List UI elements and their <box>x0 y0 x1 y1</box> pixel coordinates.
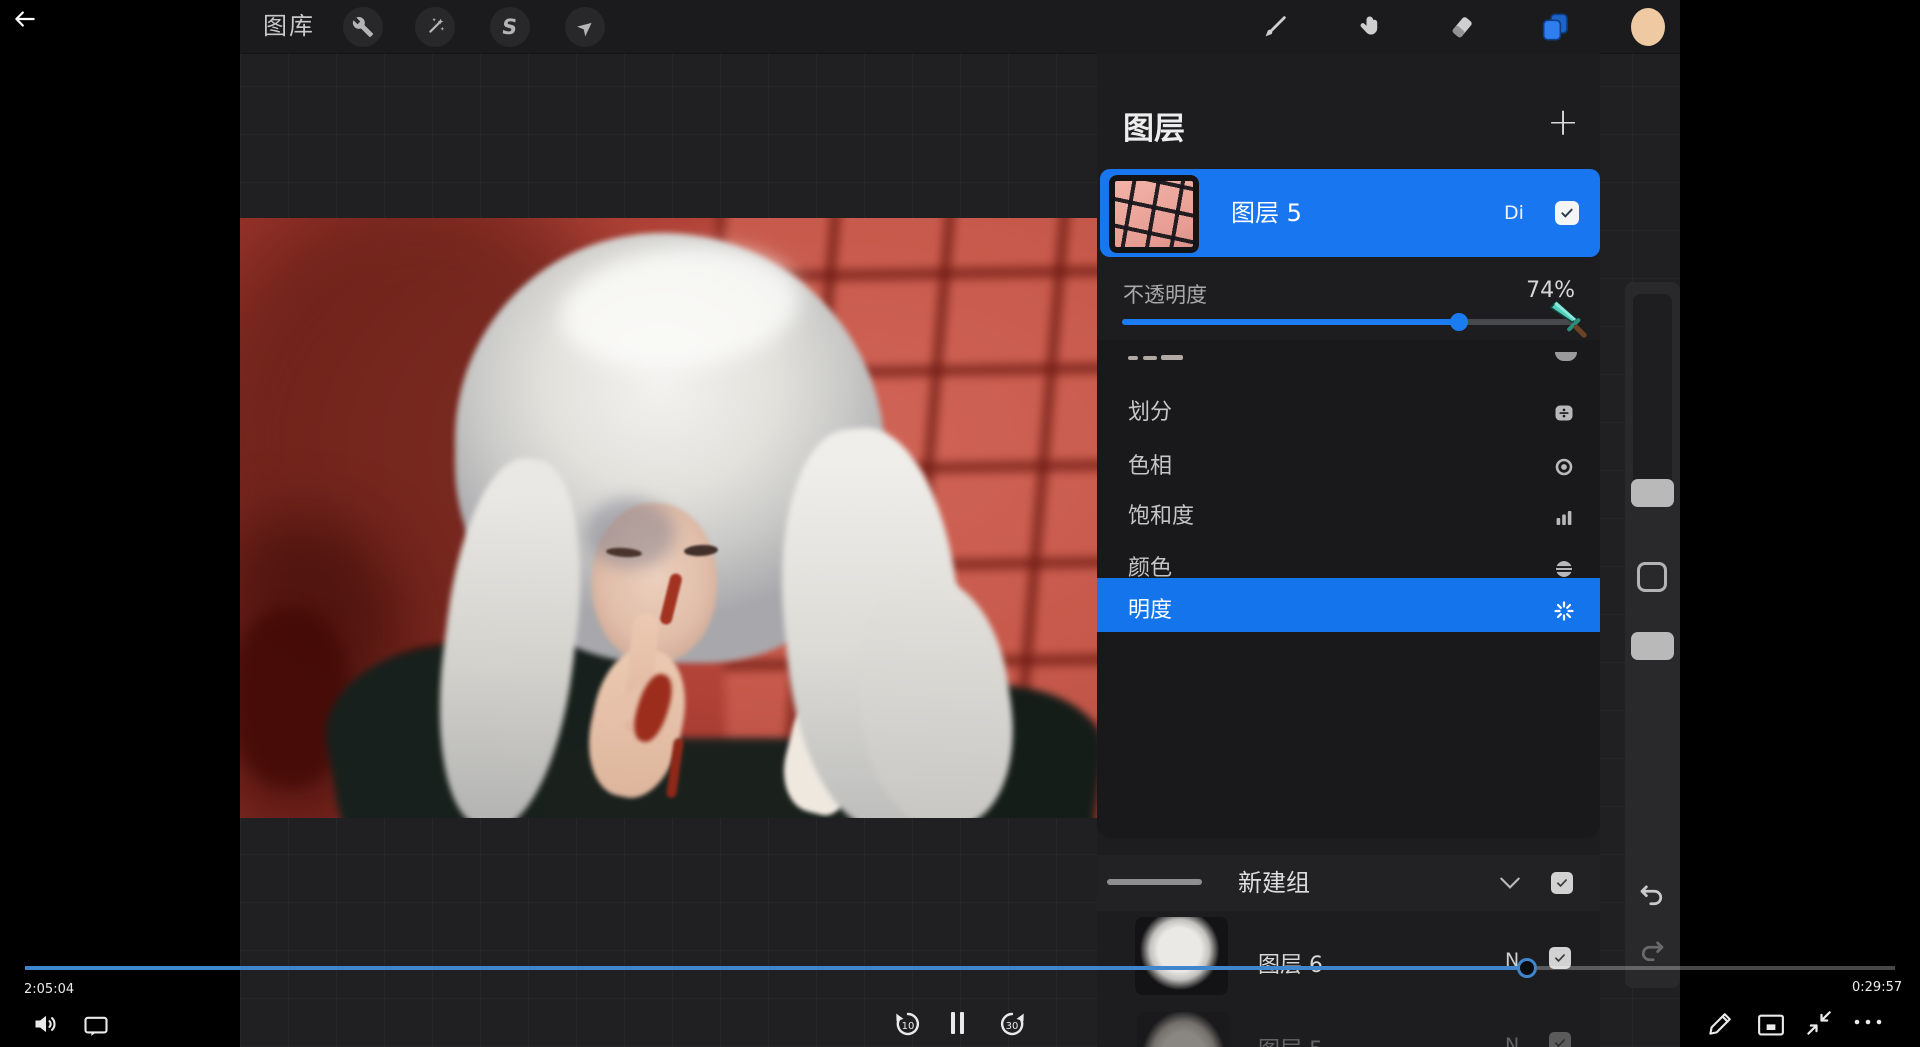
adjustments-button[interactable] <box>415 7 455 47</box>
layers-icon <box>1539 11 1571 43</box>
actions-button[interactable] <box>343 7 383 47</box>
checkmark-icon <box>1553 951 1567 965</box>
layer-name: 图层 6 <box>1258 947 1323 979</box>
current-time: 2:05:04 <box>24 982 74 997</box>
layer-name: 图层 5 <box>1231 169 1302 257</box>
blend-item-label: 划分 <box>1128 386 1172 440</box>
hue-icon <box>1552 455 1576 479</box>
brush-button[interactable] <box>1258 10 1292 44</box>
volume-button[interactable] <box>32 1010 60 1038</box>
undo-button[interactable] <box>1637 880 1667 910</box>
brush-icon <box>1260 12 1290 42</box>
gallery-button[interactable]: 图库 <box>263 0 315 53</box>
pause-bar <box>960 1012 964 1034</box>
selection-button[interactable]: S <box>490 7 530 47</box>
checkmark-icon <box>1555 876 1569 890</box>
blend-item-luminosity-selected[interactable]: 明度 <box>1097 578 1600 632</box>
transform-arrow-icon: ➤ <box>571 12 599 41</box>
layers-panel-title: 图层 <box>1123 103 1185 148</box>
redo-button[interactable] <box>1637 936 1667 966</box>
layer-row-partial[interactable]: 图层 5 N <box>1097 1006 1600 1047</box>
wrench-icon <box>352 16 374 38</box>
layer-thumbnail[interactable] <box>1137 1012 1230 1047</box>
saturation-icon <box>1552 505 1576 529</box>
luminosity-icon <box>1552 599 1576 623</box>
divide-icon <box>1552 401 1576 425</box>
canvas-artwork <box>240 218 1097 818</box>
partial-icon <box>1555 352 1577 361</box>
brush-size-slider-handle[interactable] <box>1631 479 1674 507</box>
remaining-time: 0:29:57 <box>1852 980 1902 995</box>
eraser-icon <box>1448 13 1476 41</box>
opacity-slider[interactable] <box>1122 319 1578 325</box>
layer-thumbnail[interactable] <box>1109 175 1199 253</box>
subtitles-button[interactable] <box>82 1012 110 1040</box>
pip-button[interactable] <box>1756 1012 1786 1038</box>
rewind-10-button[interactable]: 10 <box>892 1008 924 1040</box>
checkmark-icon <box>1559 205 1575 221</box>
progress-bar-remaining[interactable] <box>1537 966 1895 970</box>
blend-item-label: 饱和度 <box>1128 490 1194 544</box>
brush-opacity-slider-handle[interactable] <box>1631 632 1674 660</box>
group-visibility-checkbox[interactable] <box>1551 872 1573 894</box>
sword-cursor-icon <box>1545 296 1591 342</box>
brush-size-track <box>1633 294 1672 486</box>
blend-mode-badge[interactable]: N <box>1505 1034 1519 1047</box>
pause-button[interactable] <box>951 1012 967 1034</box>
back-button[interactable] <box>12 6 38 32</box>
selection-s-icon: S <box>501 15 519 39</box>
video-player: 图库 S ➤ <box>0 0 1920 1047</box>
svg-text:10: 10 <box>902 1021 915 1032</box>
eraser-button[interactable] <box>1445 10 1479 44</box>
opacity-label: 不透明度 <box>1123 279 1207 309</box>
procreate-top-toolbar: 图库 S ➤ <box>240 0 1680 54</box>
blend-mode-list: 划分 色相 饱和度 颜色 <box>1097 340 1600 838</box>
group-name: 新建组 <box>1238 855 1310 911</box>
blend-item-divide[interactable]: 划分 <box>1097 386 1600 440</box>
checkmark-icon <box>1553 1036 1567 1047</box>
layers-button[interactable] <box>1538 10 1572 44</box>
transform-button[interactable]: ➤ <box>565 7 605 47</box>
svg-text:30: 30 <box>1006 1021 1019 1032</box>
artwork-face-shadow <box>585 498 675 568</box>
opacity-slider-fill <box>1122 319 1459 325</box>
blend-item-label: 明度 <box>1128 584 1172 638</box>
magic-wand-icon <box>424 16 446 38</box>
group-color-bar <box>1107 879 1202 885</box>
video-content[interactable]: 图库 S ➤ <box>240 0 1680 1047</box>
color-swatch <box>1631 8 1665 46</box>
chevron-down-icon[interactable] <box>1497 872 1523 894</box>
more-options-button[interactable] <box>1852 1014 1884 1030</box>
blend-item-hue[interactable]: 色相 <box>1097 440 1600 494</box>
layer-visibility-checkbox[interactable] <box>1555 201 1579 225</box>
progress-knob[interactable] <box>1517 958 1537 978</box>
pause-bar <box>951 1012 955 1034</box>
layer-row-selected[interactable]: 图层 5 Di <box>1100 169 1600 257</box>
color-button[interactable] <box>1631 10 1665 44</box>
smudge-button[interactable] <box>1351 10 1385 44</box>
smudge-finger-icon <box>1354 13 1382 41</box>
opacity-slider-knob[interactable] <box>1450 313 1468 331</box>
layer-visibility-checkbox[interactable] <box>1549 1032 1571 1047</box>
blend-item-label: 色相 <box>1128 440 1172 494</box>
layer-group-row[interactable]: 新建组 <box>1097 855 1600 911</box>
layers-panel: 图层 + 图层 5 Di 不透明度 74% <box>1097 53 1600 1047</box>
layer-thumbnail[interactable] <box>1135 917 1228 995</box>
forward-30-button[interactable]: 30 <box>996 1008 1028 1040</box>
annotate-pencil-button[interactable] <box>1706 1008 1736 1038</box>
modify-button[interactable] <box>1637 562 1667 592</box>
add-layer-button[interactable]: + <box>1541 100 1585 144</box>
blend-mode-badge[interactable]: Di <box>1504 169 1524 257</box>
blend-item-partial[interactable] <box>1097 348 1600 366</box>
progress-bar-filled[interactable] <box>25 966 1518 970</box>
blend-item-saturation[interactable]: 饱和度 <box>1097 490 1600 544</box>
layer-name: 图层 5 <box>1258 1032 1323 1047</box>
exit-fullscreen-button[interactable] <box>1804 1008 1834 1038</box>
